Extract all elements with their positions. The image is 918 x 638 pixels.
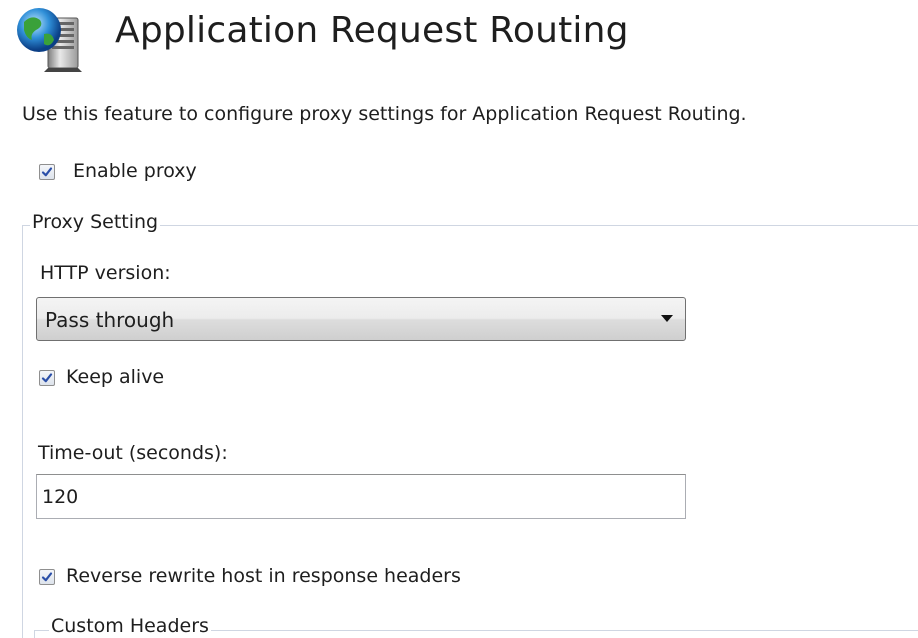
proxy-setting-group-border-left [22,225,23,638]
keep-alive-label: Keep alive [66,366,165,388]
keep-alive-checkbox[interactable] [39,370,55,386]
check-icon [41,373,53,383]
http-version-select[interactable]: Pass through [36,297,686,341]
custom-headers-group-label: Custom Headers [49,615,211,637]
enable-proxy-label: Enable proxy [73,160,197,182]
custom-headers-group-border-left [34,630,35,638]
chevron-down-icon [661,315,673,322]
timeout-label: Time-out (seconds): [38,442,228,464]
page-title: Application Request Routing [115,10,629,51]
enable-proxy-checkbox[interactable] [39,164,55,180]
http-version-selected-value: Pass through [45,308,175,332]
globe-server-icon [17,8,82,72]
reverse-rewrite-label: Reverse rewrite host in response headers [66,565,461,587]
proxy-setting-group-label: Proxy Setting [30,211,161,233]
reverse-rewrite-checkbox[interactable] [39,569,55,585]
http-version-label: HTTP version: [40,262,171,284]
check-icon [41,572,53,582]
timeout-input[interactable] [36,474,686,519]
page-description: Use this feature to configure proxy sett… [22,103,747,125]
check-icon [41,167,53,177]
